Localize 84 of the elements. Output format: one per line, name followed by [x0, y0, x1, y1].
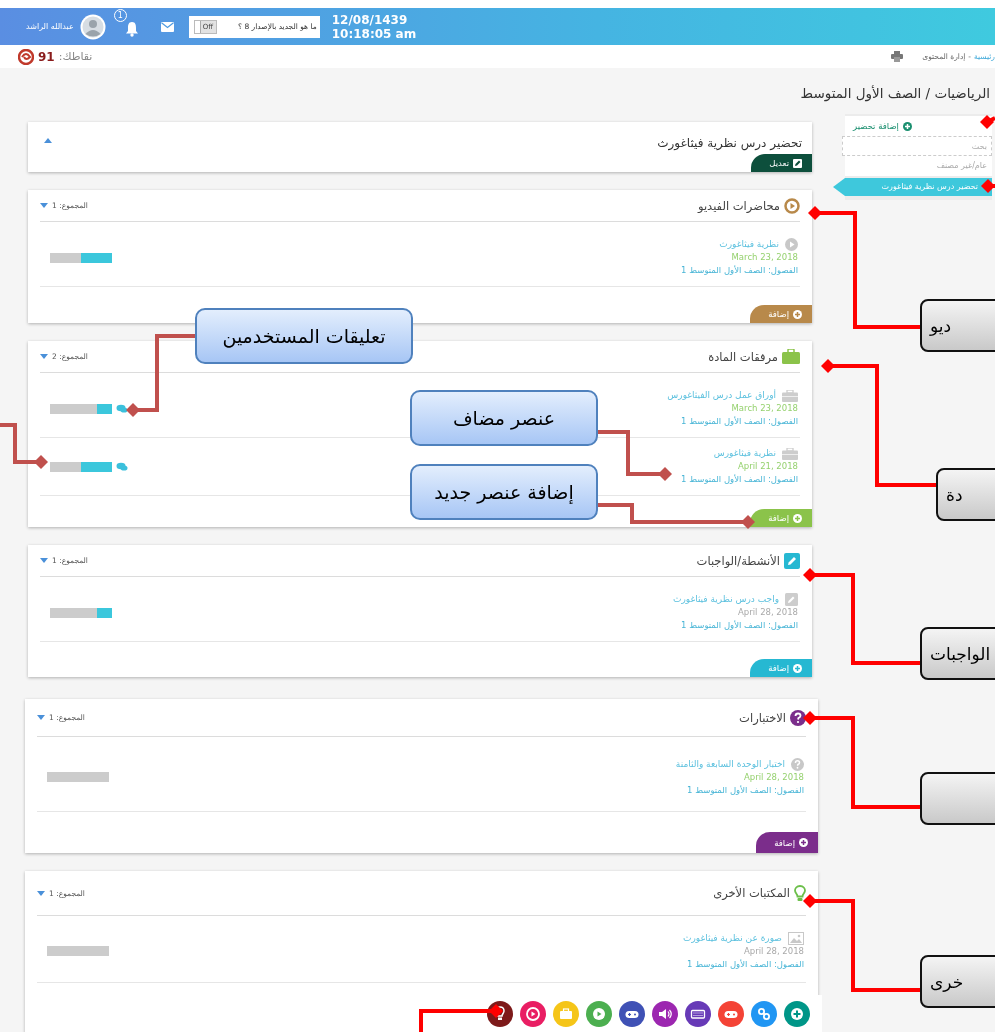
leader-line	[981, 179, 995, 193]
user-name[interactable]: عبدالله الراشد	[26, 22, 74, 31]
comments-icon[interactable]	[116, 462, 128, 471]
mail-icon[interactable]	[160, 21, 174, 32]
label-text: الواجبات	[930, 643, 991, 664]
item-title[interactable]: أوراق عمل درس الفيثاغورس	[667, 389, 776, 402]
time-text: 10:18:05 am	[331, 26, 417, 41]
item-date: March 23, 2018	[731, 402, 798, 415]
item-classes: الفصول: الصف الأول المتوسط 1	[681, 415, 798, 428]
callout-text: تعليقات المستخدمين	[222, 325, 386, 347]
briefcase-icon	[782, 389, 798, 402]
plus-icon	[793, 513, 802, 523]
section-title: المكتبات الأخرى	[713, 886, 790, 900]
item-classes: الفصول: الصف الأول المتوسط 1	[681, 264, 798, 277]
avatar-icon[interactable]	[79, 13, 106, 40]
search-field[interactable]: بحث	[842, 136, 992, 156]
plus-icon	[799, 838, 808, 847]
item-title[interactable]: واجب درس نظرية فيثاغورث	[673, 593, 779, 606]
page-title: الرياضيات / الصف الأول المتوسط	[800, 84, 990, 101]
leader-line	[0, 423, 48, 469]
gamepad-icon[interactable]	[718, 1000, 744, 1027]
item-classes: الفصول: الصف الأول المتوسط 1	[681, 619, 798, 632]
label-text: خرى	[930, 971, 964, 992]
item-classes: الفصول: الصف الأول المتوسط 1	[687, 783, 804, 797]
caret-icon[interactable]	[37, 715, 45, 720]
item-date: April 28, 2018	[744, 944, 804, 958]
sidebar-item[interactable]: تحضير درس نظرية فيثاغورث	[833, 178, 992, 196]
category-item[interactable]: عام/غير مصنف	[845, 156, 992, 176]
image-icon	[788, 931, 804, 945]
lesson-title: تحضير درس نظرية فيثاغورث	[657, 136, 802, 150]
plus-icon	[793, 309, 802, 319]
label-text: دة	[946, 484, 963, 505]
item-title[interactable]: نظرية فيثاغورس	[713, 447, 776, 460]
label-text: ديو	[930, 315, 952, 336]
leader-line	[980, 115, 995, 129]
item-title[interactable]: نظرية فيثاغورث	[719, 238, 779, 251]
add-button[interactable]: إضافة	[750, 509, 812, 527]
item-title[interactable]: صورة عن نظرية فيثاغورث	[683, 931, 782, 945]
play-icon	[785, 238, 798, 251]
logo-icon	[18, 48, 34, 65]
section-title: الأنشطة/الواجبات	[696, 553, 780, 568]
section-title: مرفقات المادة	[708, 349, 778, 364]
question-icon	[791, 757, 804, 771]
item-date: March 23, 2018	[731, 251, 798, 264]
plus-icon	[903, 121, 912, 131]
section-title: الاختبارات	[739, 710, 786, 725]
callout-text: إضافة عنصر جديد	[434, 481, 574, 503]
points-label: نقاطك:	[58, 50, 93, 63]
briefcase-icon	[782, 447, 798, 460]
points-value: 91	[38, 49, 55, 64]
caret-icon[interactable]	[40, 203, 48, 208]
play-icon[interactable]	[586, 1000, 612, 1027]
speaker-icon[interactable]	[652, 1000, 678, 1027]
placeholder-bar	[47, 772, 109, 782]
callout-text: عنصر مضاف	[452, 407, 556, 429]
plus-icon	[793, 663, 802, 673]
caret-icon[interactable]	[40, 354, 48, 359]
add-preparation-button[interactable]: إضافة تحضير	[845, 116, 992, 136]
add-button[interactable]: إضافة	[750, 659, 812, 677]
play-ring-icon[interactable]	[520, 1000, 546, 1027]
item-date: April 28, 2018	[744, 770, 804, 784]
gamepad-icon[interactable]	[619, 1000, 645, 1027]
item-classes: الفصول: الصف الأول المتوسط 1	[687, 957, 804, 971]
item-date: April 21, 2018	[738, 460, 798, 473]
edit-button[interactable]: تعديل	[751, 154, 812, 172]
date-text: 12/08/1439	[331, 12, 409, 27]
plus-icon[interactable]	[784, 1000, 810, 1027]
item-title[interactable]: اختبار الوحدة السابعة والثامنة	[675, 757, 785, 771]
placeholder-bar	[47, 946, 109, 956]
edit-icon	[793, 158, 802, 168]
section-title: محاضرات الفيديو	[697, 198, 780, 213]
item-classes: الفصول: الصف الأول المتوسط 1	[681, 473, 798, 486]
bell-icon[interactable]	[124, 20, 139, 37]
comments-icon[interactable]	[116, 404, 128, 413]
pencil-icon	[785, 593, 798, 606]
keyboard-icon[interactable]	[685, 1000, 711, 1027]
add-button[interactable]: إضافة	[756, 832, 818, 853]
add-button[interactable]: إضافة	[750, 305, 812, 323]
caret-icon[interactable]	[37, 890, 45, 896]
print-icon[interactable]	[891, 51, 904, 62]
link-icon[interactable]	[751, 1000, 777, 1027]
caret-icon[interactable]	[40, 558, 48, 563]
caret-icon[interactable]	[44, 137, 52, 143]
item-date: April 28, 2018	[738, 606, 798, 619]
